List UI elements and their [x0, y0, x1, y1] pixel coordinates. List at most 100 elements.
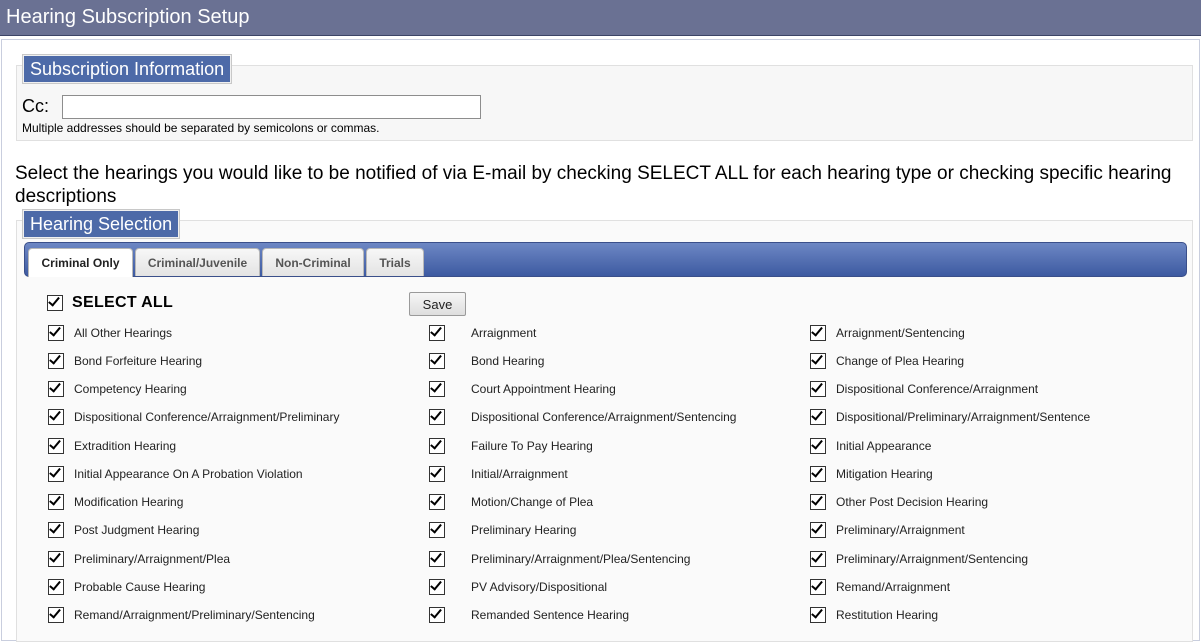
hearing-label: Probable Cause Hearing — [74, 580, 206, 594]
hearing-label: Mitigation Hearing — [836, 467, 933, 481]
subscription-info-legend: Subscription Information — [21, 54, 233, 84]
hearing-checkbox[interactable] — [48, 409, 64, 425]
hearing-label: Bond Hearing — [471, 354, 545, 368]
tab-label: Trials — [379, 255, 411, 270]
cc-help-text: Multiple addresses should be separated b… — [22, 121, 380, 135]
hearing-item: Other Post Decision Hearing — [810, 493, 988, 511]
hearing-checkbox[interactable] — [48, 381, 64, 397]
hearing-checkbox[interactable] — [429, 353, 445, 369]
hearing-checkbox[interactable] — [429, 551, 445, 567]
hearing-label: All Other Hearings — [74, 326, 173, 340]
hearing-checkbox[interactable] — [810, 551, 826, 567]
hearing-item: Preliminary/Arraignment — [810, 521, 965, 539]
hearing-selection-legend: Hearing Selection — [21, 209, 181, 239]
hearing-label: Initial/Arraignment — [471, 467, 568, 481]
hearing-item: Remand/Arraignment/Preliminary/Sentencin… — [48, 606, 315, 624]
hearing-label: Preliminary/Arraignment/Sentencing — [836, 552, 1029, 566]
tab-label: Non-Criminal — [275, 255, 351, 270]
hearing-label: Modification Hearing — [74, 495, 184, 509]
hearing-checkbox[interactable] — [810, 607, 826, 623]
hearing-checkbox[interactable] — [48, 353, 64, 369]
hearing-item: Dispositional Conference/Arraignment/Sen… — [429, 408, 736, 426]
hearing-item: All Other Hearings — [48, 324, 172, 342]
hearing-checkbox[interactable] — [429, 522, 445, 538]
hearing-checkbox[interactable] — [429, 494, 445, 510]
hearing-item: Preliminary/Arraignment/Sentencing — [810, 550, 1028, 568]
hearing-label: Arraignment — [471, 326, 537, 340]
hearing-label: Restitution Hearing — [836, 608, 939, 622]
select-all-checkbox[interactable] — [47, 295, 63, 311]
hearing-item: Preliminary/Arraignment/Plea — [48, 550, 230, 568]
hearing-checkbox[interactable] — [810, 409, 826, 425]
tab-label: Criminal/Juvenile — [147, 255, 248, 270]
hearing-checkbox[interactable] — [810, 438, 826, 454]
hearing-label: Dispositional Conference/Arraignment/Pre… — [74, 410, 340, 424]
hearing-checkbox[interactable] — [429, 381, 445, 397]
tab-trials[interactable]: Trials — [366, 248, 424, 276]
hearing-label: Initial Appearance On A Probation Violat… — [74, 467, 303, 481]
hearing-label: Dispositional Conference/Arraignment — [836, 382, 1039, 396]
hearing-checkbox[interactable] — [810, 522, 826, 538]
hearing-label: PV Advisory/Dispositional — [471, 580, 608, 594]
hearing-checkbox[interactable] — [48, 466, 64, 482]
hearing-item: Change of Plea Hearing — [810, 352, 964, 370]
hearing-item: Court Appointment Hearing — [429, 380, 616, 398]
hearing-item: Extradition Hearing — [48, 437, 176, 455]
hearing-checkbox[interactable] — [48, 494, 64, 510]
hearing-item: Preliminary/Arraignment/Plea/Sentencing — [429, 550, 690, 568]
hearing-item: Modification Hearing — [48, 493, 183, 511]
cc-input[interactable] — [62, 95, 481, 119]
save-button[interactable]: Save — [409, 292, 466, 316]
hearing-item: Dispositional Conference/Arraignment — [810, 380, 1038, 398]
hearing-label: Preliminary/Arraignment/Plea/Sentencing — [471, 552, 691, 566]
hearing-item: Preliminary Hearing — [429, 521, 576, 539]
hearing-item: Bond Hearing — [429, 352, 544, 370]
hearing-item: PV Advisory/Dispositional — [429, 578, 607, 596]
hearing-checkbox[interactable] — [48, 325, 64, 341]
hearing-label: Remand/Arraignment — [836, 580, 951, 594]
hearing-checkbox[interactable] — [810, 353, 826, 369]
hearing-checkbox[interactable] — [429, 325, 445, 341]
hearing-label: Motion/Change of Plea — [471, 495, 594, 509]
hearing-checkbox[interactable] — [429, 607, 445, 623]
hearing-checkbox[interactable] — [429, 438, 445, 454]
hearing-checkbox[interactable] — [810, 494, 826, 510]
hearing-checkbox[interactable] — [48, 579, 64, 595]
hearing-checkbox[interactable] — [810, 381, 826, 397]
hearing-checkbox[interactable] — [48, 551, 64, 567]
hearing-label: Preliminary/Arraignment — [836, 523, 965, 537]
hearing-label: Bond Forfeiture Hearing — [74, 354, 203, 368]
tab-criminal-juvenile[interactable]: Criminal/Juvenile — [135, 248, 260, 276]
hearing-checkbox[interactable] — [429, 409, 445, 425]
hearing-checkbox[interactable] — [48, 438, 64, 454]
instruction-text: Select the hearings you would like to be… — [15, 163, 1172, 207]
hearing-checkbox[interactable] — [429, 579, 445, 595]
hearing-label: Initial Appearance — [836, 439, 932, 453]
hearing-checkbox[interactable] — [429, 466, 445, 482]
hearing-item: Probable Cause Hearing — [48, 578, 205, 596]
hearing-checkbox[interactable] — [810, 466, 826, 482]
hearing-checkbox[interactable] — [810, 579, 826, 595]
hearing-item: Dispositional Conference/Arraignment/Pre… — [48, 408, 339, 426]
cc-label: Cc: — [22, 96, 49, 116]
hearing-label: Extradition Hearing — [74, 439, 177, 453]
hearing-item: Failure To Pay Hearing — [429, 437, 593, 455]
hearing-item: Mitigation Hearing — [810, 465, 933, 483]
hearing-checkbox[interactable] — [48, 522, 64, 538]
hearing-item: Arraignment/Sentencing — [810, 324, 965, 342]
tab-label: Criminal Only — [41, 256, 120, 270]
hearing-label: Competency Hearing — [74, 382, 187, 396]
hearing-checkbox[interactable] — [810, 325, 826, 341]
hearing-checkbox[interactable] — [48, 607, 64, 623]
tab-non-criminal[interactable]: Non-Criminal — [262, 248, 364, 276]
hearing-item: Initial Appearance On A Probation Violat… — [48, 465, 303, 483]
hearing-item: Remand/Arraignment — [810, 578, 950, 596]
select-all-label: SELECT ALL — [72, 294, 174, 311]
hearing-type-tabs: Criminal Only Criminal/Juvenile Non-Crim… — [24, 242, 1187, 277]
hearing-label: Remanded Sentence Hearing — [471, 608, 630, 622]
tab-criminal-only[interactable]: Criminal Only — [28, 248, 133, 277]
page-title: Hearing Subscription Setup — [6, 6, 250, 28]
hearing-item: Arraignment — [429, 324, 536, 342]
hearing-label: Dispositional Conference/Arraignment/Sen… — [471, 410, 737, 424]
hearing-item: Post Judgment Hearing — [48, 521, 199, 539]
